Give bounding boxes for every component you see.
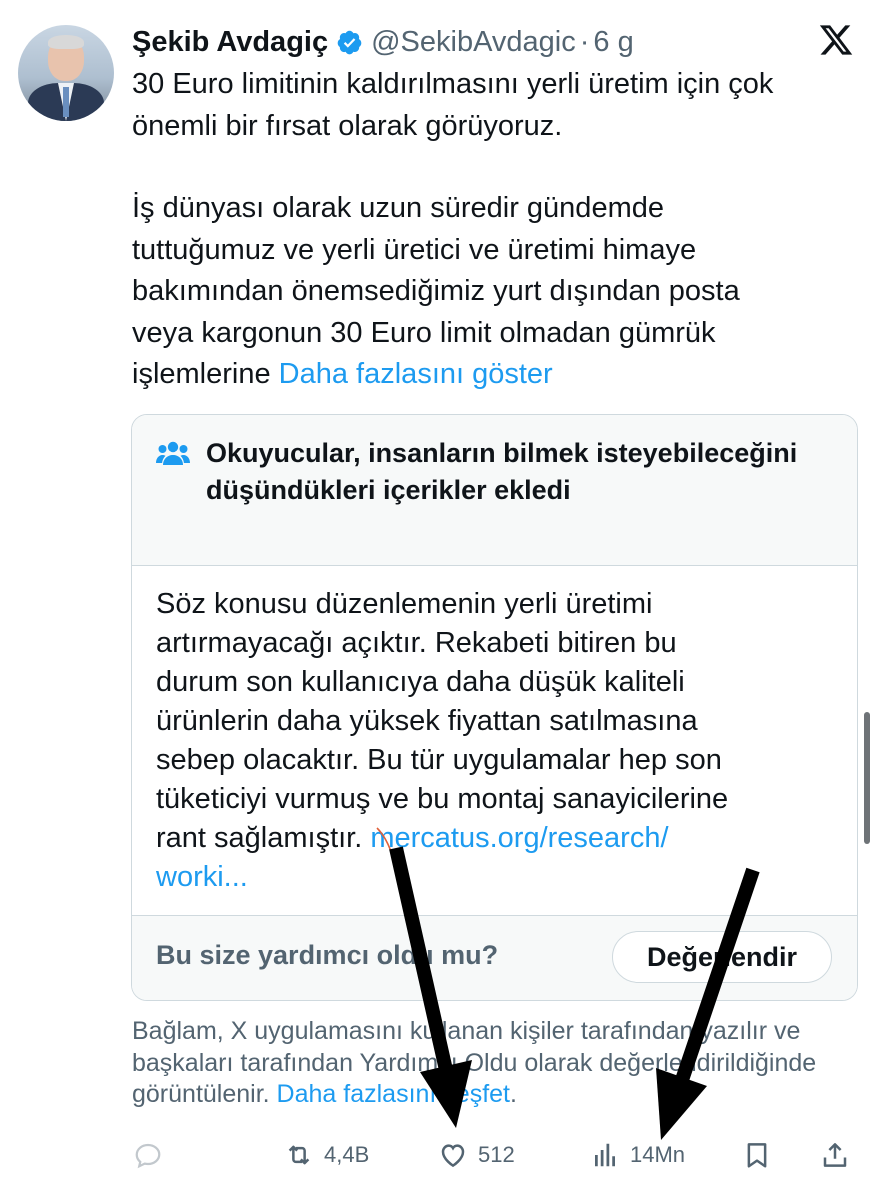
tweet-text: 30 Euro limitinin kaldırılmasını yerli ü…: [132, 64, 862, 396]
retweet-icon: [288, 1145, 310, 1165]
note-line: ürünlerin daha yüksek fiyattan satılması…: [156, 705, 698, 737]
like-button[interactable]: 512: [438, 1130, 515, 1180]
rate-button[interactable]: Değerlendir: [612, 931, 832, 983]
view-count: 14Mn: [630, 1142, 686, 1167]
note-line-prefix: rant sağlamıştır.: [156, 822, 371, 854]
author-handle[interactable]: @SekibAvdagic: [371, 26, 576, 59]
note-line: Söz konusu düzenlemenin yerli üretimi: [156, 588, 653, 620]
author-row: Şekib Avdagiç @SekibAvdagic · 6 g: [132, 22, 634, 62]
avatar[interactable]: [18, 25, 114, 121]
helpful-question: Bu size yardımcı oldu mu?: [156, 940, 499, 970]
avatar-hair: [48, 35, 84, 49]
community-note-title: Okuyucular, insanların bilmek isteyebile…: [206, 438, 798, 505]
action-bar: 4,4B 512 14Mn: [0, 1130, 875, 1180]
tweet-line-prefix: işlemlerine: [132, 358, 279, 390]
people-icon: [156, 441, 190, 465]
reply-icon: [135, 1143, 161, 1169]
context-text: Bağlam, X uygulamasını kullanan kişiler …: [132, 1016, 862, 1111]
views-button[interactable]: 14Mn: [590, 1130, 685, 1180]
tweet-line: tuttuğumuz ve yerli üretici ve üretimi h…: [132, 233, 697, 266]
learn-more-link[interactable]: Daha fazlasını keşfet: [277, 1080, 510, 1108]
retweet-button[interactable]: 4,4B: [284, 1130, 369, 1180]
show-more-link[interactable]: Daha fazlasını göster: [279, 358, 553, 390]
note-line: tüketiciyi vurmuş ve bu montaj sanayicil…: [156, 783, 729, 815]
note-source-link-cont[interactable]: worki...: [156, 858, 836, 897]
note-source-link[interactable]: mercatus.org/research/: [370, 822, 668, 854]
avatar-tie: [63, 87, 69, 117]
tweet-line: işlemlerine Daha fazlasını göster: [132, 354, 862, 396]
retweet-count: 4,4B: [324, 1142, 370, 1167]
share-icon: [823, 1143, 847, 1167]
bookmark-button[interactable]: [742, 1130, 772, 1180]
share-button[interactable]: [820, 1130, 850, 1180]
separator: ·: [579, 25, 590, 58]
bookmark-icon: [747, 1143, 767, 1168]
community-note-footer: Bu size yardımcı oldu mu? Değerlendir: [132, 915, 857, 1000]
tweet-line: İş dünyası olarak uzun süredir gündemde: [132, 192, 664, 224]
heart-icon: [441, 1144, 465, 1168]
tweet-line: veya kargonun 30 Euro limit olmadan gümr…: [132, 316, 716, 349]
tweet-line: önemli bir fırsat olarak görüyoruz.: [132, 109, 563, 142]
tweet-line: 30 Euro limitinin kaldırılmasını yerli ü…: [132, 68, 774, 100]
note-line: durum son kullanıcıya daha düşük kalitel…: [156, 666, 685, 698]
community-note-body: Söz konusu düzenlemenin yerli üretimi ar…: [156, 585, 836, 897]
timestamp[interactable]: 6 g: [593, 26, 633, 59]
like-count: 512: [478, 1142, 515, 1167]
note-line: rant sağlamıştır. mercatus.org/research/: [156, 819, 836, 858]
community-note-header: Okuyucular, insanların bilmek isteyebile…: [132, 415, 857, 566]
note-line: sebep olacaktır. Bu tür uygulamalar hep …: [156, 744, 722, 776]
tweet-line: bakımından önemsediğimiz yurt dışından p…: [132, 275, 740, 307]
x-logo-icon[interactable]: [818, 22, 854, 58]
note-line: artırmayacağı açıktır. Rekabeti bitiren …: [156, 627, 677, 659]
author-name[interactable]: Şekib Avdagiç: [132, 26, 328, 59]
bar-chart-icon: [595, 1143, 615, 1167]
reply-button[interactable]: [133, 1130, 163, 1180]
context-end: .: [510, 1080, 517, 1108]
verified-badge-icon: [337, 30, 362, 54]
community-note: Okuyucular, insanların bilmek isteyebile…: [131, 414, 858, 1001]
scrollbar[interactable]: [864, 712, 870, 844]
